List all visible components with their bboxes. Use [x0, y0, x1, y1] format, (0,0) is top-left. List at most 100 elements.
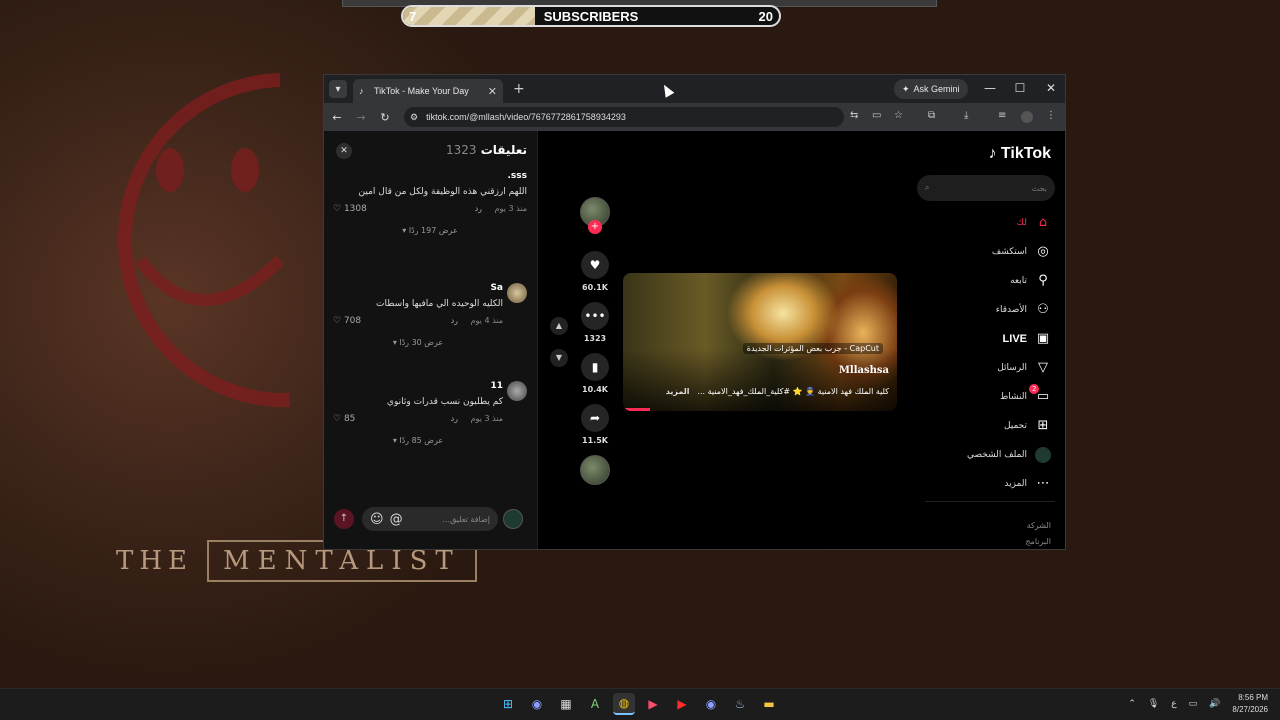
store-icon[interactable]: ▦: [555, 693, 577, 715]
tray-chevron-up-icon[interactable]: ⌃: [1128, 699, 1136, 709]
sidebar-item-live[interactable]: ▣ LIVE: [1003, 331, 1051, 347]
tiktok-sidebar: ♪ TikTok بحث ⌕ ⌂ لك ◎ استكشف ⚲ تابعه ⚇ ا…: [915, 131, 1065, 549]
view-replies-link[interactable]: عرض 85 ردًا ▾: [333, 436, 503, 445]
sidebar-item-explore[interactable]: ◎ استكشف: [992, 244, 1051, 260]
forward-arrow-icon[interactable]: →: [354, 111, 368, 124]
sidebar-item-label: الملف الشخصي: [967, 450, 1027, 460]
share-action: ➦ 11.5K: [580, 404, 610, 445]
media-controls-icon[interactable]: ≡: [998, 110, 1006, 121]
sidebar-item-profile[interactable]: الملف الشخصي: [967, 447, 1051, 463]
chrome-icon[interactable]: ◍: [613, 693, 635, 715]
profile-avatar[interactable]: [1021, 111, 1033, 123]
view-replies-link[interactable]: عرض 30 ردًا ▾: [333, 338, 503, 347]
youtube-icon[interactable]: ▶: [671, 693, 693, 715]
cast-icon[interactable]: ▭: [872, 110, 881, 121]
app-a-icon[interactable]: A: [584, 693, 606, 715]
bookmark-icon[interactable]: ▮: [581, 353, 609, 381]
windows-start-icon[interactable]: ⊞: [497, 693, 519, 715]
video-description: كلية الملك فهد الامنية 👮 ⭐ #كلية_الملك_ف…: [633, 387, 889, 396]
previous-video-chevron-up-icon[interactable]: ▲: [550, 317, 568, 335]
comment-item: 11 كم يطلبون نسب قدرات وثانوي منذ 3 يوم …: [333, 381, 503, 445]
sidebar-item-following[interactable]: ⚲ تابعه: [1010, 273, 1051, 289]
footer-link-company[interactable]: الشركة: [1027, 521, 1051, 530]
reply-button[interactable]: رد: [475, 204, 482, 213]
reply-button[interactable]: رد: [451, 316, 458, 325]
comment-username[interactable]: Sa: [333, 283, 503, 293]
extensions-icon[interactable]: ⧉: [928, 110, 935, 121]
post-comment-arrow-icon[interactable]: ↑: [334, 509, 354, 529]
see-more-link[interactable]: المزيد: [666, 387, 690, 396]
bookmark-star-icon[interactable]: ☆: [894, 110, 903, 121]
tiktok-logo[interactable]: ♪ TikTok: [988, 145, 1051, 163]
video-player[interactable]: CapCut - جرب بعض المؤثرات الجديدة Mllash…: [623, 273, 897, 411]
sidebar-item-messages[interactable]: ▽ الرسائل: [997, 360, 1051, 376]
tab-close-icon[interactable]: ✕: [488, 85, 497, 98]
download-icon[interactable]: ⤓: [964, 110, 968, 121]
capcut-tag[interactable]: CapCut - جرب بعض المؤثرات الجديدة: [742, 343, 883, 354]
music-disc-icon[interactable]: [580, 455, 610, 485]
video-progress-bar[interactable]: [623, 408, 651, 411]
search-input[interactable]: بحث ⌕: [917, 175, 1055, 201]
comment-username[interactable]: 11: [333, 381, 503, 391]
comment-likes[interactable]: 1308 ♡: [333, 204, 367, 214]
site-info-icon[interactable]: ⚙: [410, 112, 418, 123]
more-icon: ⋯: [1036, 476, 1050, 491]
comment-text: اللهم ارزقني هذه الوظيفة ولكل من قال امي…: [358, 187, 527, 197]
translate-icon[interactable]: ⇆: [850, 110, 858, 121]
sidebar-item-upload[interactable]: ⊞ تحميل: [1004, 418, 1051, 434]
maximize-icon[interactable]: ☐: [1010, 81, 1030, 95]
address-bar-row: ← → ↻ ⚙ tiktok.com/@mllash/video/7676772…: [324, 103, 1065, 131]
close-comments-icon[interactable]: ✕: [336, 143, 352, 159]
comment-bubble-icon[interactable]: •••: [581, 302, 609, 330]
heart-icon[interactable]: ♥: [581, 251, 609, 279]
creator-avatar[interactable]: +: [580, 197, 610, 234]
subscriber-goal: 20: [758, 9, 773, 24]
sidebar-item-foryou[interactable]: ⌂ لك: [1017, 215, 1051, 231]
mention-at-icon[interactable]: @: [390, 512, 403, 527]
next-video-chevron-down-icon[interactable]: ▼: [550, 349, 568, 367]
sidebar-item-label: تحميل: [1003, 421, 1027, 431]
search-icon[interactable]: ⌕: [925, 183, 929, 193]
url-field[interactable]: ⚙ tiktok.com/@mllash/video/7676772861758…: [404, 107, 844, 127]
discord-icon[interactable]: ◉: [526, 693, 548, 715]
footer-link-program[interactable]: البرنامج: [1025, 537, 1051, 546]
media-player-icon[interactable]: ▶: [642, 693, 664, 715]
sidebar-item-more[interactable]: ⋯ المزيد: [1004, 476, 1051, 492]
video-author[interactable]: Mllashsa: [839, 365, 889, 376]
sidebar-item-activity[interactable]: ▭ 2 النشاط: [1000, 384, 1051, 405]
comment-likes-count: 85: [343, 414, 356, 424]
minimize-icon[interactable]: —: [980, 81, 1000, 95]
discord-alt-icon[interactable]: ◉: [700, 693, 722, 715]
volume-icon[interactable]: 🔊: [1209, 699, 1220, 709]
input-language[interactable]: ع: [1171, 699, 1176, 709]
emoji-icon[interactable]: ☺: [370, 512, 384, 527]
ask-gemini-button[interactable]: ✦ Ask Gemini: [894, 79, 968, 99]
follow-plus-icon[interactable]: +: [588, 220, 602, 234]
tab-search-chevron-icon[interactable]: ▾: [329, 80, 347, 98]
microphone-icon[interactable]: 🎙: [1148, 699, 1159, 709]
back-arrow-icon[interactable]: ←: [330, 111, 344, 124]
share-arrow-icon[interactable]: ➦: [581, 404, 609, 432]
sidebar-item-friends[interactable]: ⚇ الأصدقاء: [996, 302, 1051, 318]
avatar[interactable]: [507, 381, 527, 401]
close-window-icon[interactable]: ✕: [1041, 81, 1061, 95]
comment-username[interactable]: sss.: [333, 171, 528, 181]
reload-icon[interactable]: ↻: [378, 111, 392, 124]
new-tab-button[interactable]: +: [513, 81, 525, 97]
file-explorer-icon[interactable]: ▬: [758, 693, 780, 715]
comment-input[interactable]: ☺ @ إضافة تعليق...: [362, 507, 498, 531]
comment-likes[interactable]: 85 ♡: [333, 414, 355, 424]
menu-kebab-icon[interactable]: ⋮: [1046, 110, 1056, 121]
browser-window: ▾ ♪ TikTok - Make Your Day ✕ + ✦ Ask Gem…: [323, 74, 1066, 550]
reply-button[interactable]: رد: [451, 414, 458, 423]
view-replies-link[interactable]: عرض 197 ردًا ▾: [333, 226, 527, 235]
show-title-the: THE: [116, 546, 193, 576]
comments-title: تعليقات 1323: [442, 143, 527, 157]
network-icon[interactable]: ▭: [1189, 699, 1198, 709]
comments-count: 1323: [445, 143, 477, 157]
clock[interactable]: 8:56 PM 8/27/2026: [1232, 692, 1268, 716]
tab-tiktok[interactable]: ♪ TikTok - Make Your Day ✕: [353, 79, 503, 103]
avatar[interactable]: [507, 283, 527, 303]
steam-icon[interactable]: ♨: [729, 693, 751, 715]
comment-likes[interactable]: 708 ♡: [333, 316, 361, 326]
